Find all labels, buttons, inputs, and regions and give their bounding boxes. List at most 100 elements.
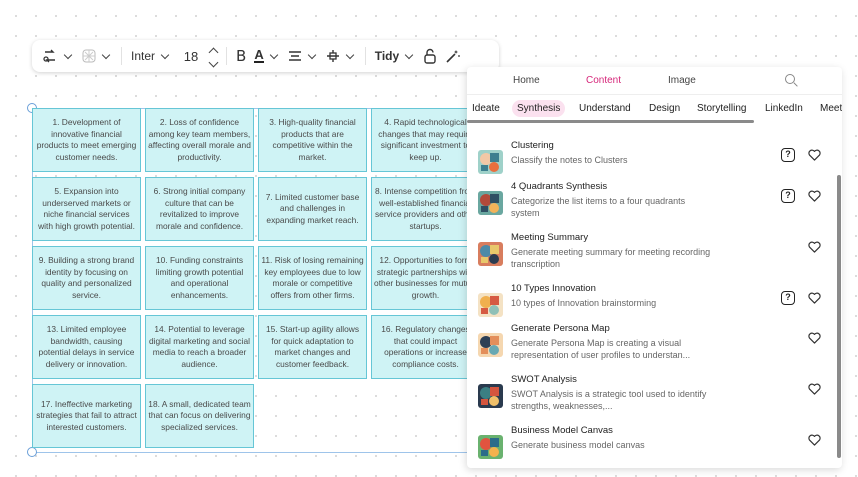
tabs-horizontal-scrollbar[interactable] [467, 120, 754, 123]
template-item[interactable]: SWOT Analysis SWOT Analysis is a strategi… [467, 374, 837, 422]
template-thumbnail-image [478, 384, 503, 408]
sticky-note[interactable]: 8. Intense competition from well-establi… [371, 177, 480, 241]
sticky-note-text: 4. Rapid technological changes that may … [378, 117, 473, 162]
heart-icon[interactable] [808, 292, 821, 304]
template-title: 4 Quadrants Synthesis [511, 181, 608, 192]
template-thumbnail-image [478, 191, 503, 215]
template-item[interactable]: Meeting Summary Generate meeting summary … [467, 232, 837, 280]
stepper-arrows [208, 46, 219, 68]
sticky-note[interactable]: 9. Building a strong brand identity by f… [32, 246, 141, 310]
subtab-design[interactable]: Design [649, 103, 680, 114]
subtab-understand[interactable]: Understand [579, 103, 631, 114]
template-description: Generate business model canvas [511, 440, 645, 450]
template-title: SWOT Analysis [511, 374, 577, 385]
sticky-note-text: 3. High-quality financial products that … [269, 117, 356, 162]
sticky-note[interactable]: 5. Expansion into underserved markets or… [32, 177, 141, 241]
toolbar-divider [364, 47, 366, 65]
fill-pattern-button[interactable] [78, 43, 116, 69]
heart-icon[interactable] [808, 241, 821, 253]
chevron-down-icon[interactable] [208, 57, 219, 68]
sticky-note[interactable]: 2. Loss of confidence among key team mem… [145, 108, 254, 172]
sticky-note[interactable]: 14. Potential to leverage digital market… [145, 315, 254, 379]
sticky-note[interactable]: 11. Risk of losing remaining key employe… [258, 246, 367, 310]
sticky-note-text: 10. Funding constraints limiting growth … [155, 255, 244, 300]
vertical-align-button[interactable] [322, 43, 360, 69]
sticky-note[interactable]: 16. Regulatory changes that could impact… [371, 315, 480, 379]
sticky-note[interactable]: 12. Opportunities to form strategic part… [371, 246, 480, 310]
template-item[interactable]: 4 Quadrants Synthesis Categorize the list… [467, 181, 837, 229]
tidy-label: Tidy [374, 49, 400, 63]
help-icon[interactable]: ? [781, 291, 795, 305]
template-description: Generate meeting summary for meeting rec… [511, 247, 711, 269]
sticky-note[interactable]: 17. Ineffective marketing strategies tha… [32, 384, 141, 448]
sticky-note-text: 1. Development of innovative financial p… [36, 117, 137, 162]
subtab-linkedin[interactable]: LinkedIn [765, 103, 803, 114]
fill-pattern-icon [82, 49, 96, 63]
magic-ai-button[interactable] [441, 43, 465, 69]
shape-swap-button[interactable] [38, 43, 78, 69]
tab-image[interactable]: Image [668, 75, 696, 86]
template-description: SWOT Analysis is a strategic tool used t… [511, 389, 707, 411]
unlock-icon [424, 48, 436, 64]
sticky-note[interactable]: 1. Development of innovative financial p… [32, 108, 141, 172]
template-description: Categorize the list items to a four quad… [511, 196, 686, 218]
sticky-note[interactable]: 15. Start-up agility allows for quick ad… [258, 315, 367, 379]
sticky-note[interactable]: 4. Rapid technological changes that may … [371, 108, 480, 172]
chevron-down-icon [160, 50, 170, 59]
sticky-note[interactable]: 6. Strong initial company culture that c… [145, 177, 254, 241]
heart-icon[interactable] [808, 190, 821, 202]
help-icon[interactable]: ? [781, 148, 795, 162]
template-title: Clustering [511, 140, 554, 151]
template-item[interactable]: Generate Persona Map Generate Persona Map… [467, 323, 837, 371]
toolbar-divider [121, 47, 122, 65]
font-name: Inter [131, 49, 156, 63]
sticky-note-text: 5. Expansion into underserved markets or… [38, 186, 135, 231]
template-thumbnail-image [478, 333, 503, 357]
selection-handle[interactable] [27, 447, 37, 457]
help-icon[interactable]: ? [781, 189, 795, 203]
subtab-ideate[interactable]: Ideate [472, 103, 500, 114]
subtab-synthesis[interactable]: Synthesis [512, 100, 566, 117]
sticky-note[interactable]: 10. Funding constraints limiting growth … [145, 246, 254, 310]
heart-icon[interactable] [808, 149, 821, 161]
chevron-down-icon [307, 50, 316, 59]
template-item[interactable]: Business Model Canvas Generate business m… [467, 425, 837, 468]
template-thumbnail-image [478, 150, 503, 174]
text-color-button[interactable]: A [250, 43, 283, 69]
template-description: Generate Persona Map is creating a visua… [511, 338, 691, 360]
lock-button[interactable] [419, 43, 441, 69]
text-color-icon: A [254, 47, 264, 63]
tab-content[interactable]: Content [586, 75, 621, 86]
chevron-down-icon [101, 50, 111, 59]
subtab-storytelling[interactable]: Storytelling [697, 103, 746, 114]
sticky-note[interactable]: 7. Limited customer base and challenges … [258, 177, 367, 241]
template-title: Business Model Canvas [511, 425, 613, 436]
heart-icon[interactable] [808, 383, 821, 395]
font-size-stepper[interactable]: 18 [175, 43, 221, 69]
align-button[interactable] [284, 43, 322, 69]
ai-content-panel: Home Content Image Ideate Synthesis Unde… [467, 67, 842, 468]
sticky-note[interactable]: 18. A small, dedicated team that can foc… [145, 384, 254, 448]
template-description: 10 types of Innovation brainstorming [511, 298, 657, 308]
chevron-up-icon[interactable] [208, 47, 219, 58]
list-vertical-scrollbar[interactable] [837, 175, 841, 458]
vertical-align-icon [326, 50, 339, 62]
heart-icon[interactable] [808, 332, 821, 344]
sticky-note-text: 14. Potential to leverage digital market… [148, 324, 251, 369]
tab-home[interactable]: Home [513, 75, 540, 86]
subtab-meet[interactable]: Meet [820, 103, 842, 114]
sticky-note[interactable]: 13. Limited employee bandwidth, causing … [32, 315, 141, 379]
font-family-select[interactable]: Inter [127, 43, 175, 69]
template-title: Generate Persona Map [511, 323, 610, 334]
template-title: 10 Types Innovation [511, 283, 596, 294]
template-description: Classify the notes to Clusters [511, 155, 628, 165]
search-icon[interactable] [785, 74, 795, 84]
sticky-note-text: 17. Ineffective marketing strategies tha… [36, 398, 137, 432]
align-center-icon [288, 51, 301, 61]
tidy-button[interactable]: Tidy [371, 43, 419, 69]
sticky-note-text: 9. Building a strong brand identity by f… [38, 255, 135, 300]
panel-top-tabs: Home Content Image [467, 67, 842, 95]
heart-icon[interactable] [808, 434, 821, 446]
bold-button[interactable]: B [232, 43, 250, 69]
sticky-note[interactable]: 3. High-quality financial products that … [258, 108, 367, 172]
